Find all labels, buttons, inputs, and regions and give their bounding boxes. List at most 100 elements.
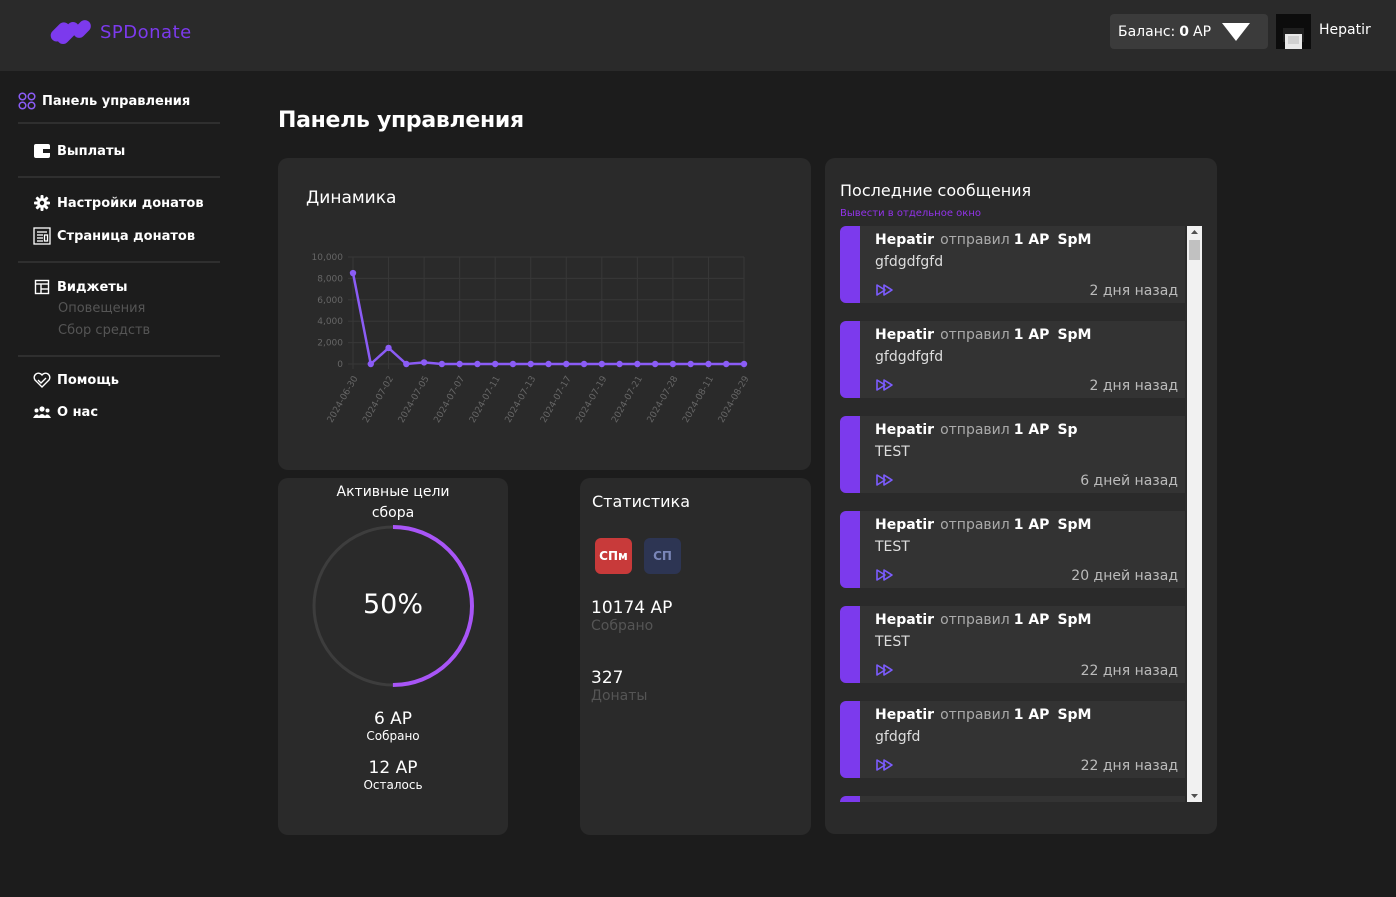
scroll-up-icon[interactable] (1187, 226, 1202, 238)
chart-data-point[interactable] (420, 359, 428, 366)
message-item[interactable]: Hepatir отправил 1 AP SpM gfdgdfgfd 2 дня наз… (840, 321, 1185, 398)
sidebar-subitem-alerts[interactable]: Оповещения (18, 298, 220, 320)
message-server: SpM (1057, 232, 1092, 248)
goals-card: Активные цели сбора 50% 6 AP Собрано 12 … (278, 478, 508, 835)
sidebar-item-label: О нас (57, 404, 99, 420)
chart-data-point[interactable] (491, 360, 499, 368)
chart-data-point[interactable] (545, 360, 552, 368)
goal-remaining-label: Осталось (363, 778, 423, 792)
server-badge-sp[interactable]: СП (644, 538, 681, 574)
message-time: 6 дней назад (1080, 473, 1178, 489)
chart-data-point[interactable] (509, 360, 517, 368)
message-accent-bar (840, 321, 860, 398)
replay-icon[interactable] (876, 379, 894, 391)
chart-data-point[interactable] (598, 360, 606, 368)
app-name: SPDonate (100, 21, 192, 43)
replay-icon[interactable] (876, 664, 894, 676)
message-item[interactable]: Hepatir отправил 1 AP SpM gfdgdfgfd 2 дня наз… (840, 226, 1185, 303)
server-badge-spm[interactable]: СПм (595, 538, 632, 574)
sidebar-item-payouts[interactable]: Выплаты (18, 140, 220, 162)
message-item[interactable]: Hepatir отправил 1 AP SpM gfdgfd 22 дня назад (840, 701, 1185, 778)
chart-data-point[interactable] (456, 360, 463, 368)
dynamics-chart: 10,0008,0006,0004,0002,00002024-06-30 202… (312, 253, 752, 425)
messages-card: Последние сообщения Вывести в отдельное … (825, 158, 1217, 834)
chart-data-point[interactable] (723, 360, 730, 368)
message-text: gfdgfd (875, 729, 921, 745)
goal-collected-value: 6 AP (373, 709, 413, 729)
replay-icon[interactable] (876, 569, 894, 581)
chart-data-point[interactable] (687, 360, 694, 368)
chart-data-point[interactable] (349, 269, 357, 277)
sidebar-item-label: Настройки донатов (57, 195, 204, 211)
wallet-icon (33, 142, 51, 160)
sidebar-item-about[interactable]: О нас (18, 401, 220, 423)
chart-data-point[interactable] (705, 360, 712, 368)
balance-dropdown[interactable]: Баланс: 0 AP (1110, 14, 1268, 49)
replay-icon[interactable] (876, 284, 894, 296)
divider (18, 261, 220, 263)
message-text: TEST (875, 444, 910, 460)
messages-scrollbar[interactable] (1187, 226, 1202, 802)
message-time: 2 дня назад (1089, 283, 1179, 299)
chart-data-point[interactable] (651, 360, 659, 368)
replay-icon[interactable] (876, 759, 894, 771)
chart-data-point[interactable] (367, 360, 374, 368)
chart-data-point[interactable] (634, 360, 641, 368)
messages-list[interactable]: Hepatir отправил 1 AP SpM gfdgdfgfd 2 дня наз… (840, 226, 1202, 802)
chart-data-point[interactable] (740, 360, 748, 368)
chart-x-tick-label: 2024-07-02 (361, 375, 396, 425)
divider (18, 122, 220, 124)
page-title: Панель управления (278, 108, 524, 133)
message-text: gfdgdfgfd (875, 349, 944, 365)
dashboard-icon (18, 92, 36, 110)
sidebar-subitem-fundraising[interactable]: Сбор средств (18, 320, 220, 342)
sidebar-item-donation-page[interactable]: Страница донатов (18, 225, 220, 247)
chart-series-line (351, 272, 744, 367)
chart-data-point[interactable] (474, 360, 481, 368)
chart-data-point[interactable] (527, 360, 534, 368)
chart-data-point[interactable] (580, 360, 588, 368)
message-accent-bar (840, 606, 860, 683)
messages-title: Последние сообщения (840, 181, 1032, 200)
avatar[interactable] (1276, 14, 1311, 49)
message-item-partial[interactable] (840, 796, 1185, 802)
message-item[interactable]: Hepatir отправил 1 AP SpM TEST 22 дня назад (840, 606, 1185, 683)
sidebar-item-donation-settings[interactable]: Настройки донатов (18, 192, 220, 214)
chart-data-point[interactable] (438, 360, 446, 368)
message-amount: 1 AP (1013, 517, 1050, 533)
popout-link[interactable]: Вывести в отдельное окно (840, 208, 981, 219)
sidebar-item-help[interactable]: Помощь (18, 369, 220, 391)
sidebar-item-label: Панель управления (42, 93, 191, 109)
sidebar-item-widgets[interactable]: Виджеты (18, 276, 220, 298)
chart-y-tick-label: 8,000 (317, 274, 343, 284)
message-verb: отправил (940, 612, 1010, 628)
message-time: 22 дня назад (1080, 758, 1178, 774)
chevron-down-icon (1222, 22, 1251, 41)
message-header: Hepatir отправил 1 AP SpM (875, 327, 1091, 343)
divider (18, 355, 220, 357)
app-logo[interactable]: SPDonate (48, 19, 192, 45)
message-accent-bar (840, 416, 860, 493)
message-amount: 1 AP (1013, 232, 1050, 248)
balance-unit: AP (1193, 23, 1212, 40)
replay-icon[interactable] (876, 474, 894, 486)
message-server: SpM (1057, 707, 1092, 723)
message-sender: Hepatir (875, 707, 935, 723)
message-server: SpM (1057, 612, 1092, 628)
message-item[interactable]: Hepatir отправил 1 AP Sp TEST 6 дней назад (840, 416, 1185, 493)
message-time: 22 дня назад (1080, 663, 1178, 679)
chart-x-tick-label: 2024-07-28 (646, 374, 681, 425)
chart-data-point[interactable] (563, 360, 570, 368)
chart-data-point[interactable] (616, 360, 623, 368)
chart-data-point[interactable] (403, 360, 410, 368)
message-header: Hepatir отправил 1 AP SpM (875, 707, 1091, 723)
username[interactable]: Hepatir (1319, 22, 1371, 38)
sidebar-item-dashboard[interactable]: Панель управления (18, 90, 220, 112)
message-server: Sp (1057, 422, 1078, 438)
message-item[interactable]: Hepatir отправил 1 AP SpM TEST 20 дней назад (840, 511, 1185, 588)
sidebar-item-label: Выплаты (57, 143, 126, 159)
chart-data-point[interactable] (669, 360, 677, 368)
chart-data-point[interactable] (385, 344, 392, 352)
scroll-thumb[interactable] (1189, 240, 1200, 260)
scroll-down-icon[interactable] (1187, 790, 1202, 802)
